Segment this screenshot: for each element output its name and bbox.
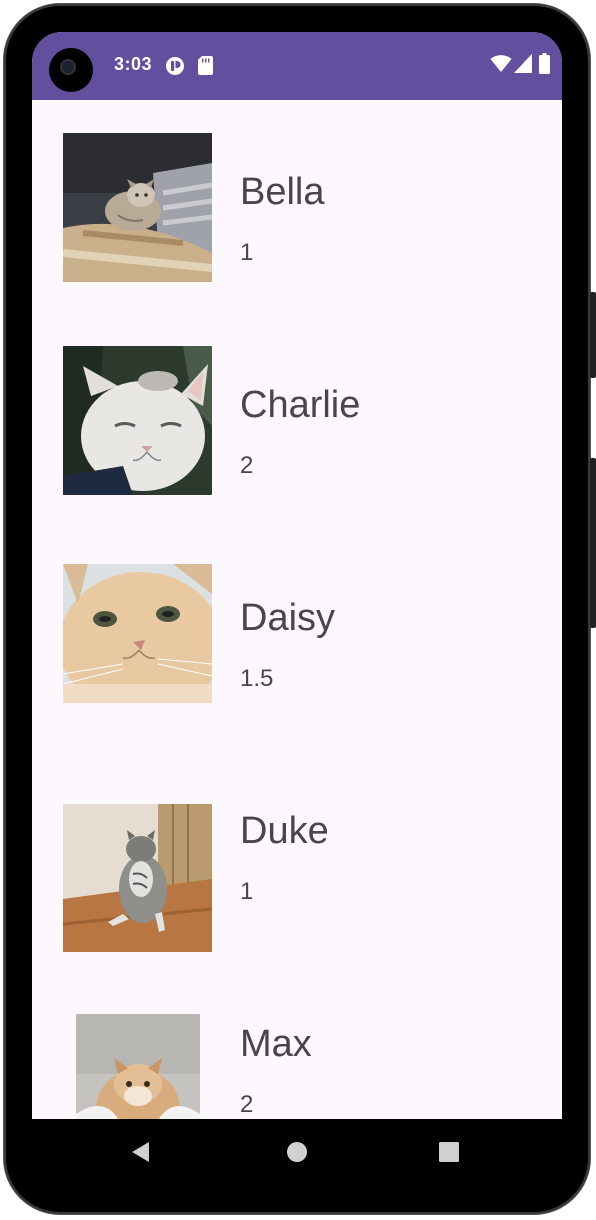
wifi-icon (490, 55, 512, 78)
list-item[interactable]: Max 2 (32, 952, 562, 1120)
cell-signal-icon (514, 54, 532, 78)
pet-age: 1 (240, 239, 254, 266)
pet-age: 1 (240, 878, 254, 905)
pet-photo (76, 1014, 200, 1120)
recents-icon[interactable] (434, 1137, 464, 1167)
list-item[interactable]: Daisy 1.5 (32, 526, 562, 726)
status-time: 3:03 (114, 54, 153, 74)
pet-age: 2 (240, 452, 254, 479)
list-item[interactable]: Charlie 2 (32, 313, 562, 513)
pet-name: Duke (240, 810, 329, 852)
home-icon[interactable] (282, 1137, 312, 1167)
power-button (590, 292, 596, 378)
list-item[interactable]: Duke 1 (32, 739, 562, 952)
pet-name: Daisy (240, 597, 336, 639)
pet-list[interactable]: Bella 1 Charlie 2 Daisy 1.5 Duke 1 Max 2 (32, 100, 562, 1120)
app-notification-icon (165, 56, 185, 81)
app-screen: 3:03 Bella 1 Charlie 2 Daisy 1.5 Duke 1 … (32, 32, 562, 1120)
front-camera (49, 48, 93, 92)
pet-name: Charlie (240, 384, 361, 426)
pet-photo (63, 133, 212, 282)
back-icon[interactable] (127, 1137, 157, 1167)
navigation-bar (32, 1119, 562, 1185)
pet-photo (63, 804, 212, 952)
sd-card-icon (198, 56, 213, 80)
list-item[interactable]: Bella 1 (32, 100, 562, 300)
pet-name: Bella (240, 171, 325, 213)
status-bar: 3:03 (32, 32, 562, 100)
pet-name: Max (240, 1023, 312, 1065)
pet-age: 2 (240, 1091, 254, 1118)
battery-icon (539, 53, 550, 79)
volume-button (590, 458, 596, 628)
pet-age: 1.5 (240, 665, 274, 692)
pet-photo (63, 564, 212, 703)
pet-photo (63, 346, 212, 495)
